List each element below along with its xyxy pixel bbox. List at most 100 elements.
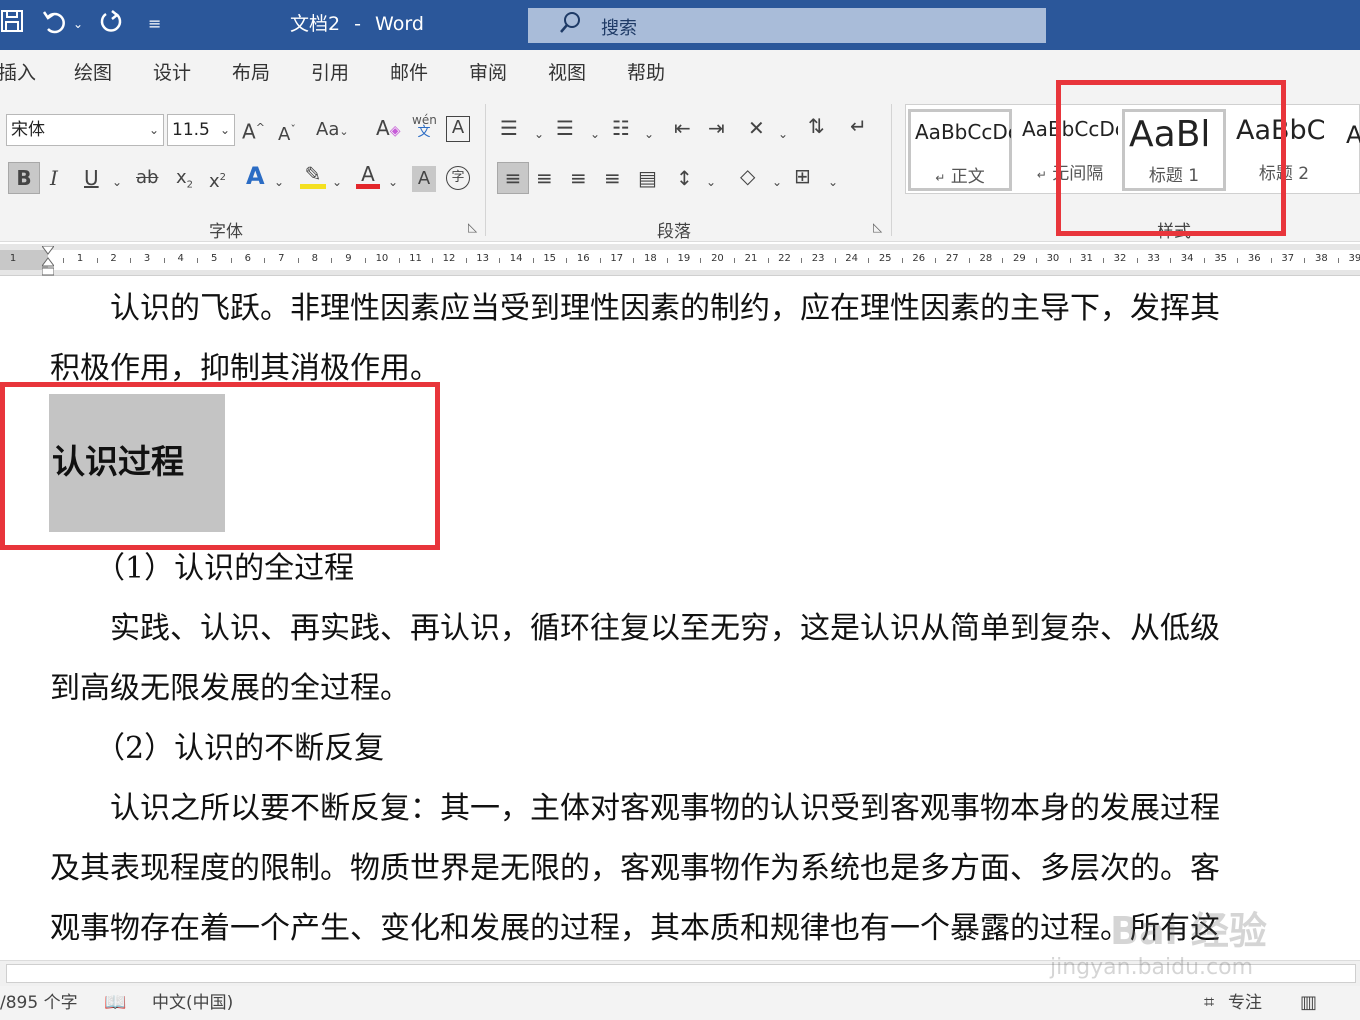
indent-marker-icon[interactable] [42,246,54,276]
show-marks-icon[interactable]: ↵ [850,114,867,138]
tab-references[interactable]: 引用 [311,61,349,85]
paragraph-line[interactable]: （1）认识的全过程 [50,549,354,589]
horizontal-scrollbar[interactable] [0,960,1360,986]
redo-icon[interactable] [98,9,124,42]
tab-layout[interactable]: 布局 [232,61,270,85]
align-center-button[interactable]: ≡ [536,166,553,190]
multilevel-list-icon[interactable]: ☷ [612,116,630,140]
customize-qat-icon[interactable]: ≡ [148,9,161,39]
tab-draw[interactable]: 绘图 [74,61,112,85]
shading-icon[interactable]: ◇ [740,164,755,188]
character-shading-icon[interactable]: A [412,166,436,192]
numbering-icon[interactable]: ☰ [556,116,574,140]
font-color-icon[interactable]: A [356,162,380,189]
distributed-button[interactable]: ▤ [638,166,657,190]
proofing-icon[interactable]: 📖 [104,992,126,1014]
tab-view[interactable]: 视图 [548,61,586,85]
font-name-select[interactable]: 宋体 ⌄ [6,114,164,146]
undo-dropdown-icon[interactable]: ⌄ [73,9,83,39]
grow-font-icon[interactable]: A^ [242,116,265,144]
language-indicator[interactable]: 中文(中国) [152,992,233,1014]
focus-label[interactable]: 专注 [1228,992,1262,1014]
increase-indent-icon[interactable]: ⇥ [708,116,725,140]
font-size-select[interactable]: 11.5 ⌄ [167,114,235,146]
font-size-value: 11.5 [172,120,210,140]
clear-formatting-icon[interactable]: A◈ [376,116,400,143]
align-right-button[interactable]: ≡ [570,166,587,190]
sort-icon[interactable]: ⇅ [808,114,825,138]
tab-help[interactable]: 帮助 [627,61,665,85]
justify-button[interactable]: ≡ [604,166,621,190]
styles-group-label: 样式 [1157,222,1191,242]
subscript-button[interactable]: x2 [176,166,193,198]
align-left-button[interactable]: ≡ [497,162,529,194]
style-more-preview[interactable]: A [1346,121,1360,149]
tab-design[interactable]: 设计 [153,61,191,85]
search-box[interactable]: 搜索 [528,8,1046,43]
bullets-icon[interactable]: ☰ [500,116,518,140]
paragraph-line[interactable]: （2）认识的不断反复 [50,729,384,769]
style-heading-1[interactable]: AaBl 标题 1 [1122,109,1226,191]
text-effects-icon[interactable]: A [246,164,265,188]
ruler-tick [1069,258,1071,263]
scrollbar-track[interactable] [6,964,1356,983]
underline-button[interactable]: U [84,166,99,190]
paragraph-line[interactable]: 认识的飞跃。非理性因素应当受到理性因素的制约，应在理性因素的主导下，发挥其 [50,289,1220,329]
paragraph-mark-icon: ↵ [935,171,946,185]
borders-icon[interactable]: ⊞ [794,164,811,188]
shading-dropdown-icon[interactable]: ⌄ [772,170,782,194]
paragraph-line[interactable]: 实践、认识、再实践、再认识，循环往复以至无穷，这是认识从简单到复杂、从低级 [50,609,1220,649]
phonetic-guide-icon[interactable]: wén 文 [412,114,437,140]
paragraph-line[interactable]: 观事物存在着一个产生、变化和发展的过程，其本质和规律也有一个暴露的过程。所有这 [50,909,1220,949]
decrease-indent-icon[interactable]: ⇤ [674,116,691,140]
style-no-spacing[interactable]: AaBbCcDc ↵ 无间隔 [1018,109,1122,191]
ruler-number: 10 [375,253,389,264]
paragraph-line[interactable]: 积极作用，抑制其消极作用。 [50,349,440,389]
focus-icon[interactable]: ⌗ [1204,992,1214,1014]
asian-layout-icon[interactable]: ✕ [748,116,765,140]
paragraph-line[interactable]: 认识之所以要不断反复：其一，主体对客观事物的认识受到客观事物本身的发展过程 [50,789,1220,829]
tab-review[interactable]: 审阅 [469,61,507,85]
paragraph-dialog-launcher-icon[interactable]: ◺ [873,220,882,234]
font-dialog-launcher-icon[interactable]: ◺ [468,220,477,234]
multilevel-dropdown-icon[interactable]: ⌄ [644,122,654,146]
line-spacing-icon[interactable]: ↕ [676,166,693,190]
ruler-number: 35 [1214,253,1228,264]
line-spacing-dropdown-icon[interactable]: ⌄ [706,170,716,194]
read-mode-icon[interactable]: ▥ [1300,992,1317,1014]
highlight-color-icon[interactable]: ✎ [300,162,326,189]
change-case-icon[interactable]: Aa⌄ [316,118,349,144]
font-color-dropdown-icon[interactable]: ⌄ [388,170,398,194]
undo-icon[interactable] [42,9,68,42]
tab-insert[interactable]: 插入 [0,61,36,85]
save-icon[interactable] [0,9,24,40]
ruler-number: 21 [744,253,758,264]
horizontal-ruler[interactable]: 1 1 2 3 4 5 6 7 8 9 10 11 12 13 14 15 16 17 18 19 20 21 22 23 2… [0,244,1360,276]
text-effects-dropdown-icon[interactable]: ⌄ [274,170,284,194]
word-count[interactable]: /895 个字 [0,992,78,1014]
ruler-tick [868,258,870,263]
character-border-icon[interactable]: A [446,116,470,142]
tab-mailings[interactable]: 邮件 [390,61,428,85]
style-heading-2[interactable]: AaBbC 标题 2 [1232,109,1336,191]
shrink-font-icon[interactable]: Aˇ [278,118,296,147]
underline-dropdown-icon[interactable]: ⌄ [112,170,122,194]
paragraph-line[interactable]: 及其表现程度的限制。物质世界是无限的，客观事物作为系统也是多方面、多层次的。客 [50,849,1220,889]
highlight-dropdown-icon[interactable]: ⌄ [332,170,342,194]
italic-button[interactable]: I [50,166,58,190]
numbering-dropdown-icon[interactable]: ⌄ [590,122,600,146]
bullets-dropdown-icon[interactable]: ⌄ [534,122,544,146]
document-page[interactable]: 认识的飞跃。非理性因素应当受到理性因素的制约，应在理性因素的主导下，发挥其 积极… [0,277,1360,960]
superscript-button[interactable]: x2 [209,166,226,194]
borders-dropdown-icon[interactable]: ⌄ [828,170,838,194]
paragraph-line[interactable]: 到高级无限发展的全过程。 [50,669,410,709]
strikethrough-button[interactable]: ab [136,166,158,190]
enclose-characters-icon[interactable]: 字 [446,166,470,190]
heading-text[interactable]: 认识过程 [52,442,184,482]
bold-button[interactable]: B [8,162,40,194]
asian-layout-dropdown-icon[interactable]: ⌄ [778,122,788,146]
ruler-number: 1 [76,253,84,264]
style-normal[interactable]: AaBbCcDc ↵ 正文 [908,109,1012,191]
style-preview: AaBbC [1236,115,1326,146]
ruler-tick [1103,258,1105,263]
